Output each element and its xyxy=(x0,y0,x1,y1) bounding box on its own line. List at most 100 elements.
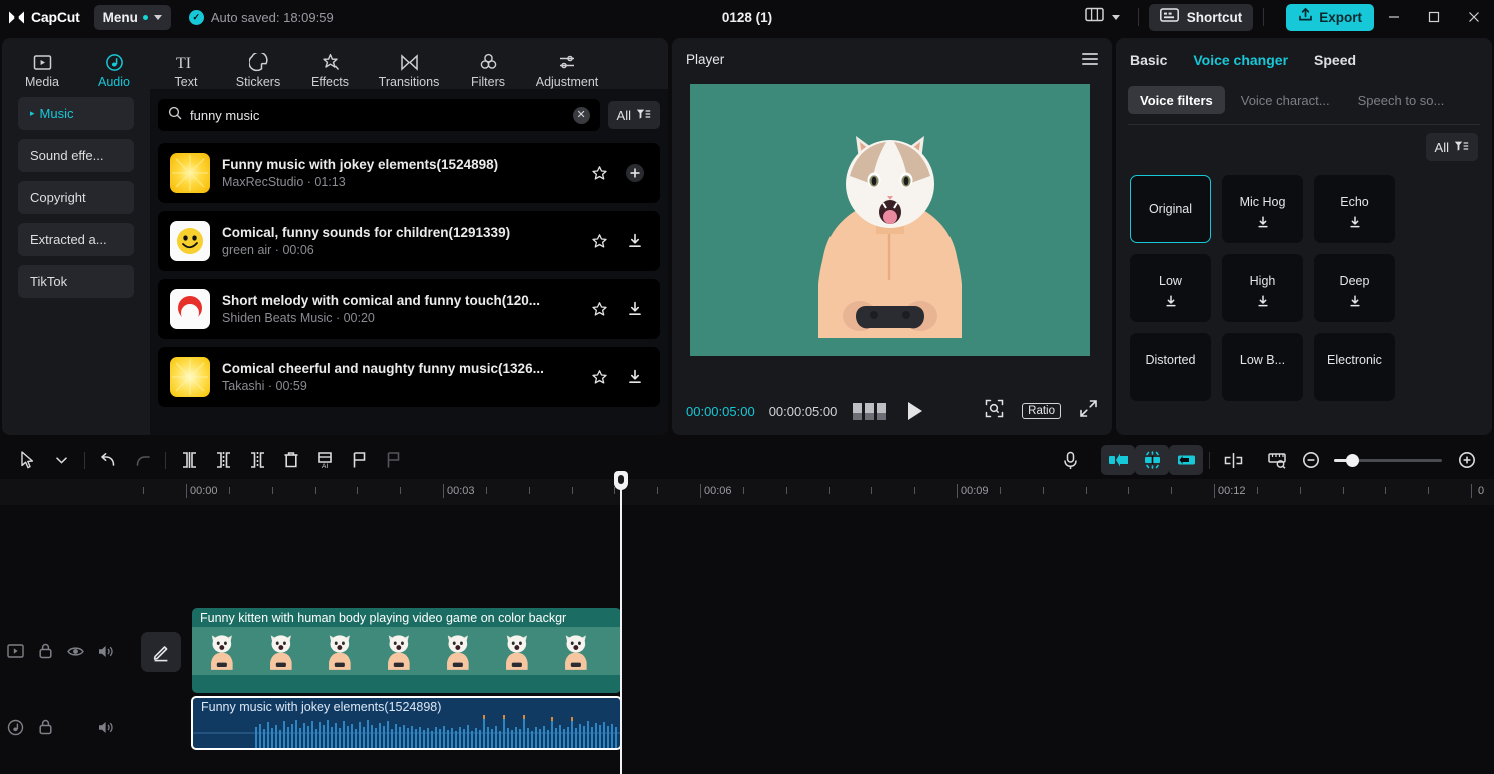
tab-filters[interactable]: Filters xyxy=(452,45,524,89)
close-button[interactable] xyxy=(1454,0,1494,34)
select-tool-button[interactable] xyxy=(10,445,44,475)
marker-list-button[interactable] xyxy=(376,445,410,475)
zoom-out-button[interactable] xyxy=(1294,445,1328,475)
hamburger-icon[interactable] xyxy=(1082,53,1098,65)
list-item[interactable]: Short melody with comical and funny touc… xyxy=(158,279,660,339)
shortcut-button[interactable]: Shortcut xyxy=(1149,4,1254,31)
timeline-ruler[interactable]: 00:00 00:03 00:06 00:09 00:12 0 xyxy=(0,479,1494,505)
volume-icon[interactable] xyxy=(90,637,120,665)
player-stage[interactable] xyxy=(690,84,1090,356)
marker-button[interactable] xyxy=(342,445,376,475)
fullscreen-icon[interactable] xyxy=(1079,399,1098,423)
audio-track-icon[interactable] xyxy=(0,713,30,741)
voice-filter-electronic[interactable]: Electronic xyxy=(1314,333,1395,401)
zoom-fit-icon[interactable] xyxy=(985,399,1004,423)
mirror-left-button[interactable] xyxy=(1101,445,1135,475)
video-track-icon[interactable] xyxy=(0,637,30,665)
voice-filter-deep[interactable]: Deep xyxy=(1314,254,1395,322)
playhead-handle[interactable] xyxy=(614,471,628,490)
search-input[interactable] xyxy=(190,108,565,123)
star-icon[interactable] xyxy=(588,298,610,320)
tab-text[interactable]: TI Text xyxy=(150,45,222,89)
download-icon[interactable] xyxy=(1347,294,1362,314)
lock-icon[interactable] xyxy=(30,637,60,665)
star-icon[interactable] xyxy=(588,366,610,388)
list-item[interactable]: Comical, funny sounds for children(12913… xyxy=(158,211,660,271)
zoom-slider-handle[interactable] xyxy=(1346,454,1359,467)
add-icon[interactable] xyxy=(624,162,646,184)
category-copyright[interactable]: Copyright xyxy=(18,181,134,214)
clear-search-icon[interactable]: ✕ xyxy=(573,107,590,124)
redo-button[interactable] xyxy=(125,445,159,475)
tab-media[interactable]: Media xyxy=(6,45,78,89)
download-icon[interactable] xyxy=(1163,294,1178,314)
category-music[interactable]: ▸ Music xyxy=(18,97,134,130)
trim-right-button[interactable] xyxy=(240,445,274,475)
frames-icon[interactable] xyxy=(853,403,886,420)
list-item[interactable]: Comical cheerful and naughty funny music… xyxy=(158,347,660,407)
zoom-in-button[interactable] xyxy=(1450,445,1484,475)
audio-clip[interactable]: Funny music with jokey elements(1524898) xyxy=(191,696,622,750)
subtab-voice-filters[interactable]: Voice filters xyxy=(1128,86,1225,114)
timeline-zoom-slider[interactable] xyxy=(1334,459,1442,462)
tab-effects[interactable]: Effects xyxy=(294,45,366,89)
tab-voice-changer[interactable]: Voice changer xyxy=(1193,52,1288,68)
voice-filter-high[interactable]: High xyxy=(1222,254,1303,322)
undo-button[interactable] xyxy=(91,445,125,475)
library-filter-button[interactable]: All xyxy=(608,101,660,129)
fit-timeline-button[interactable] xyxy=(1260,445,1294,475)
record-voiceover-button[interactable] xyxy=(1053,445,1087,475)
tab-stickers[interactable]: Stickers xyxy=(222,45,294,89)
ratio-button[interactable]: Ratio xyxy=(1022,403,1061,419)
freeze-button[interactable] xyxy=(1135,445,1169,475)
volume-icon[interactable] xyxy=(90,713,120,741)
list-item[interactable]: Funny music with jokey elements(1524898)… xyxy=(158,143,660,203)
minimize-button[interactable] xyxy=(1374,0,1414,34)
voice-filter-low[interactable]: Low xyxy=(1130,254,1211,322)
tab-audio[interactable]: Audio xyxy=(78,45,150,89)
play-icon[interactable] xyxy=(908,402,922,420)
voice-filter-mic-hog[interactable]: Mic Hog xyxy=(1222,175,1303,243)
mirror-right-button[interactable] xyxy=(1169,445,1203,475)
trim-left-button[interactable] xyxy=(206,445,240,475)
subtab-voice-characteristics[interactable]: Voice charact... xyxy=(1229,86,1342,114)
voice-filter-low-battery[interactable]: Low B... xyxy=(1222,333,1303,401)
voice-filter-original[interactable]: Original xyxy=(1130,175,1211,243)
transitions-icon xyxy=(400,52,419,72)
download-icon[interactable] xyxy=(1255,294,1270,314)
layout-button[interactable] xyxy=(1077,3,1128,31)
export-button[interactable]: Export xyxy=(1286,4,1374,31)
snap-button[interactable] xyxy=(1216,445,1250,475)
tab-transitions[interactable]: Transitions xyxy=(366,45,452,89)
delete-button[interactable] xyxy=(274,445,308,475)
subtab-speech-to-song[interactable]: Speech to so... xyxy=(1346,86,1457,114)
download-icon[interactable] xyxy=(1255,215,1270,235)
download-icon[interactable] xyxy=(624,366,646,388)
download-icon[interactable] xyxy=(624,298,646,320)
tab-basic[interactable]: Basic xyxy=(1130,52,1167,68)
tab-adjustment[interactable]: Adjustment xyxy=(524,45,610,89)
download-icon[interactable] xyxy=(624,230,646,252)
tab-speed[interactable]: Speed xyxy=(1314,52,1356,68)
split-button[interactable] xyxy=(172,445,206,475)
category-extracted-audio[interactable]: Extracted a... xyxy=(18,223,134,256)
edit-clip-button[interactable] xyxy=(141,632,181,672)
star-icon[interactable] xyxy=(588,162,610,184)
download-icon[interactable] xyxy=(1347,215,1362,235)
voice-filter-distorted[interactable]: Distorted xyxy=(1130,333,1211,401)
lock-icon[interactable] xyxy=(30,713,60,741)
eye-icon[interactable] xyxy=(60,637,90,665)
auto-caption-button[interactable]: AI xyxy=(308,445,342,475)
search-box[interactable]: ✕ xyxy=(158,99,600,131)
category-sound-effects[interactable]: Sound effe... xyxy=(18,139,134,172)
select-tool-dropdown[interactable] xyxy=(44,445,78,475)
maximize-button[interactable] xyxy=(1414,0,1454,34)
voice-filter-echo[interactable]: Echo xyxy=(1314,175,1395,243)
menu-button[interactable]: Menu xyxy=(94,5,171,30)
playhead[interactable] xyxy=(620,479,622,774)
video-clip[interactable]: Funny kitten with human body playing vid… xyxy=(192,608,621,693)
star-icon[interactable] xyxy=(588,230,610,252)
voice-filter-button[interactable]: All xyxy=(1426,133,1478,161)
zoom-slider-track[interactable] xyxy=(1334,459,1442,462)
category-tiktok[interactable]: TikTok xyxy=(18,265,134,298)
